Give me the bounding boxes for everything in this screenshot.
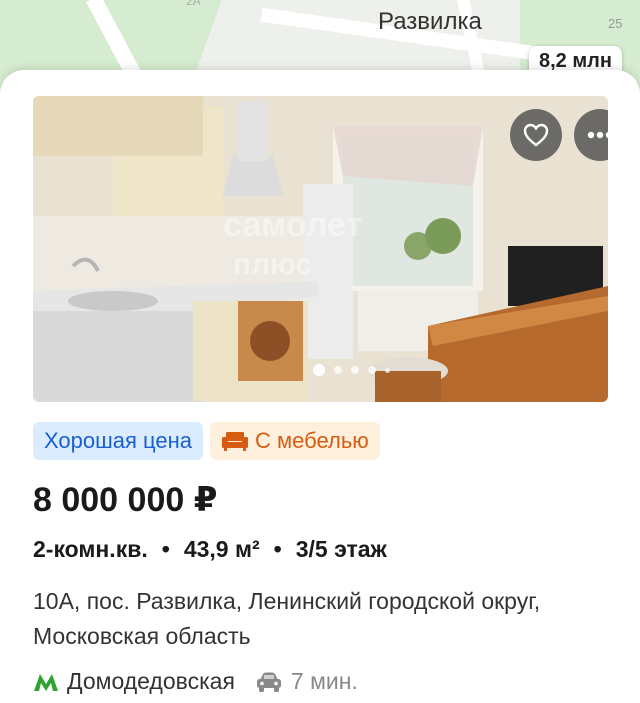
sofa-icon [222,432,249,451]
metro-info: Домодедовская 7 мин. [33,668,358,695]
pagination-dot[interactable] [334,366,342,374]
listing-params: 2-комн.кв. • 43,9 м² • 3/5 этаж [33,536,387,563]
map-road-number: 25 [608,16,623,31]
furnished-label: С мебелью [255,428,369,453]
separator: • [273,536,282,562]
pagination-dot[interactable] [368,366,376,374]
listing-address: 10А, пос. Развилка, Ленинский городской … [33,588,541,649]
favorite-button[interactable] [510,109,562,161]
listing-photo[interactable]: самолет плюс [33,96,608,402]
area-value: 43,9 м² [183,536,260,562]
map-town-label: Развилка [378,8,482,35]
pagination-dot[interactable] [351,366,359,374]
photo-pagination [313,364,390,376]
map-road-label: 2А [186,0,201,8]
pagination-dot[interactable] [385,367,390,373]
travel-time: 7 мин. [290,668,358,694]
listing-card[interactable]: самолет плюс Хорошая цена С мебелью 8 00… [0,70,640,703]
good-price-badge: Хорошая цена [33,422,204,460]
metro-station: Домодедовская [67,668,235,694]
listing-tags: Хорошая цена С мебелью [33,422,380,460]
car-icon [256,672,281,692]
svg-text:самолет: самолет [223,206,362,244]
rooms-value: 2-комн.кв. [33,536,148,562]
svg-text:плюс: плюс [233,248,312,281]
pagination-dot[interactable] [313,364,325,376]
heart-icon [523,123,549,147]
listing-price: 8 000 000 ₽ [33,481,218,519]
separator: • [161,536,170,562]
floor-value: 3/5 этаж [295,536,387,562]
furnished-badge: С мебелью [210,422,380,460]
metro-icon [34,673,58,691]
more-dots-icon [587,131,608,139]
